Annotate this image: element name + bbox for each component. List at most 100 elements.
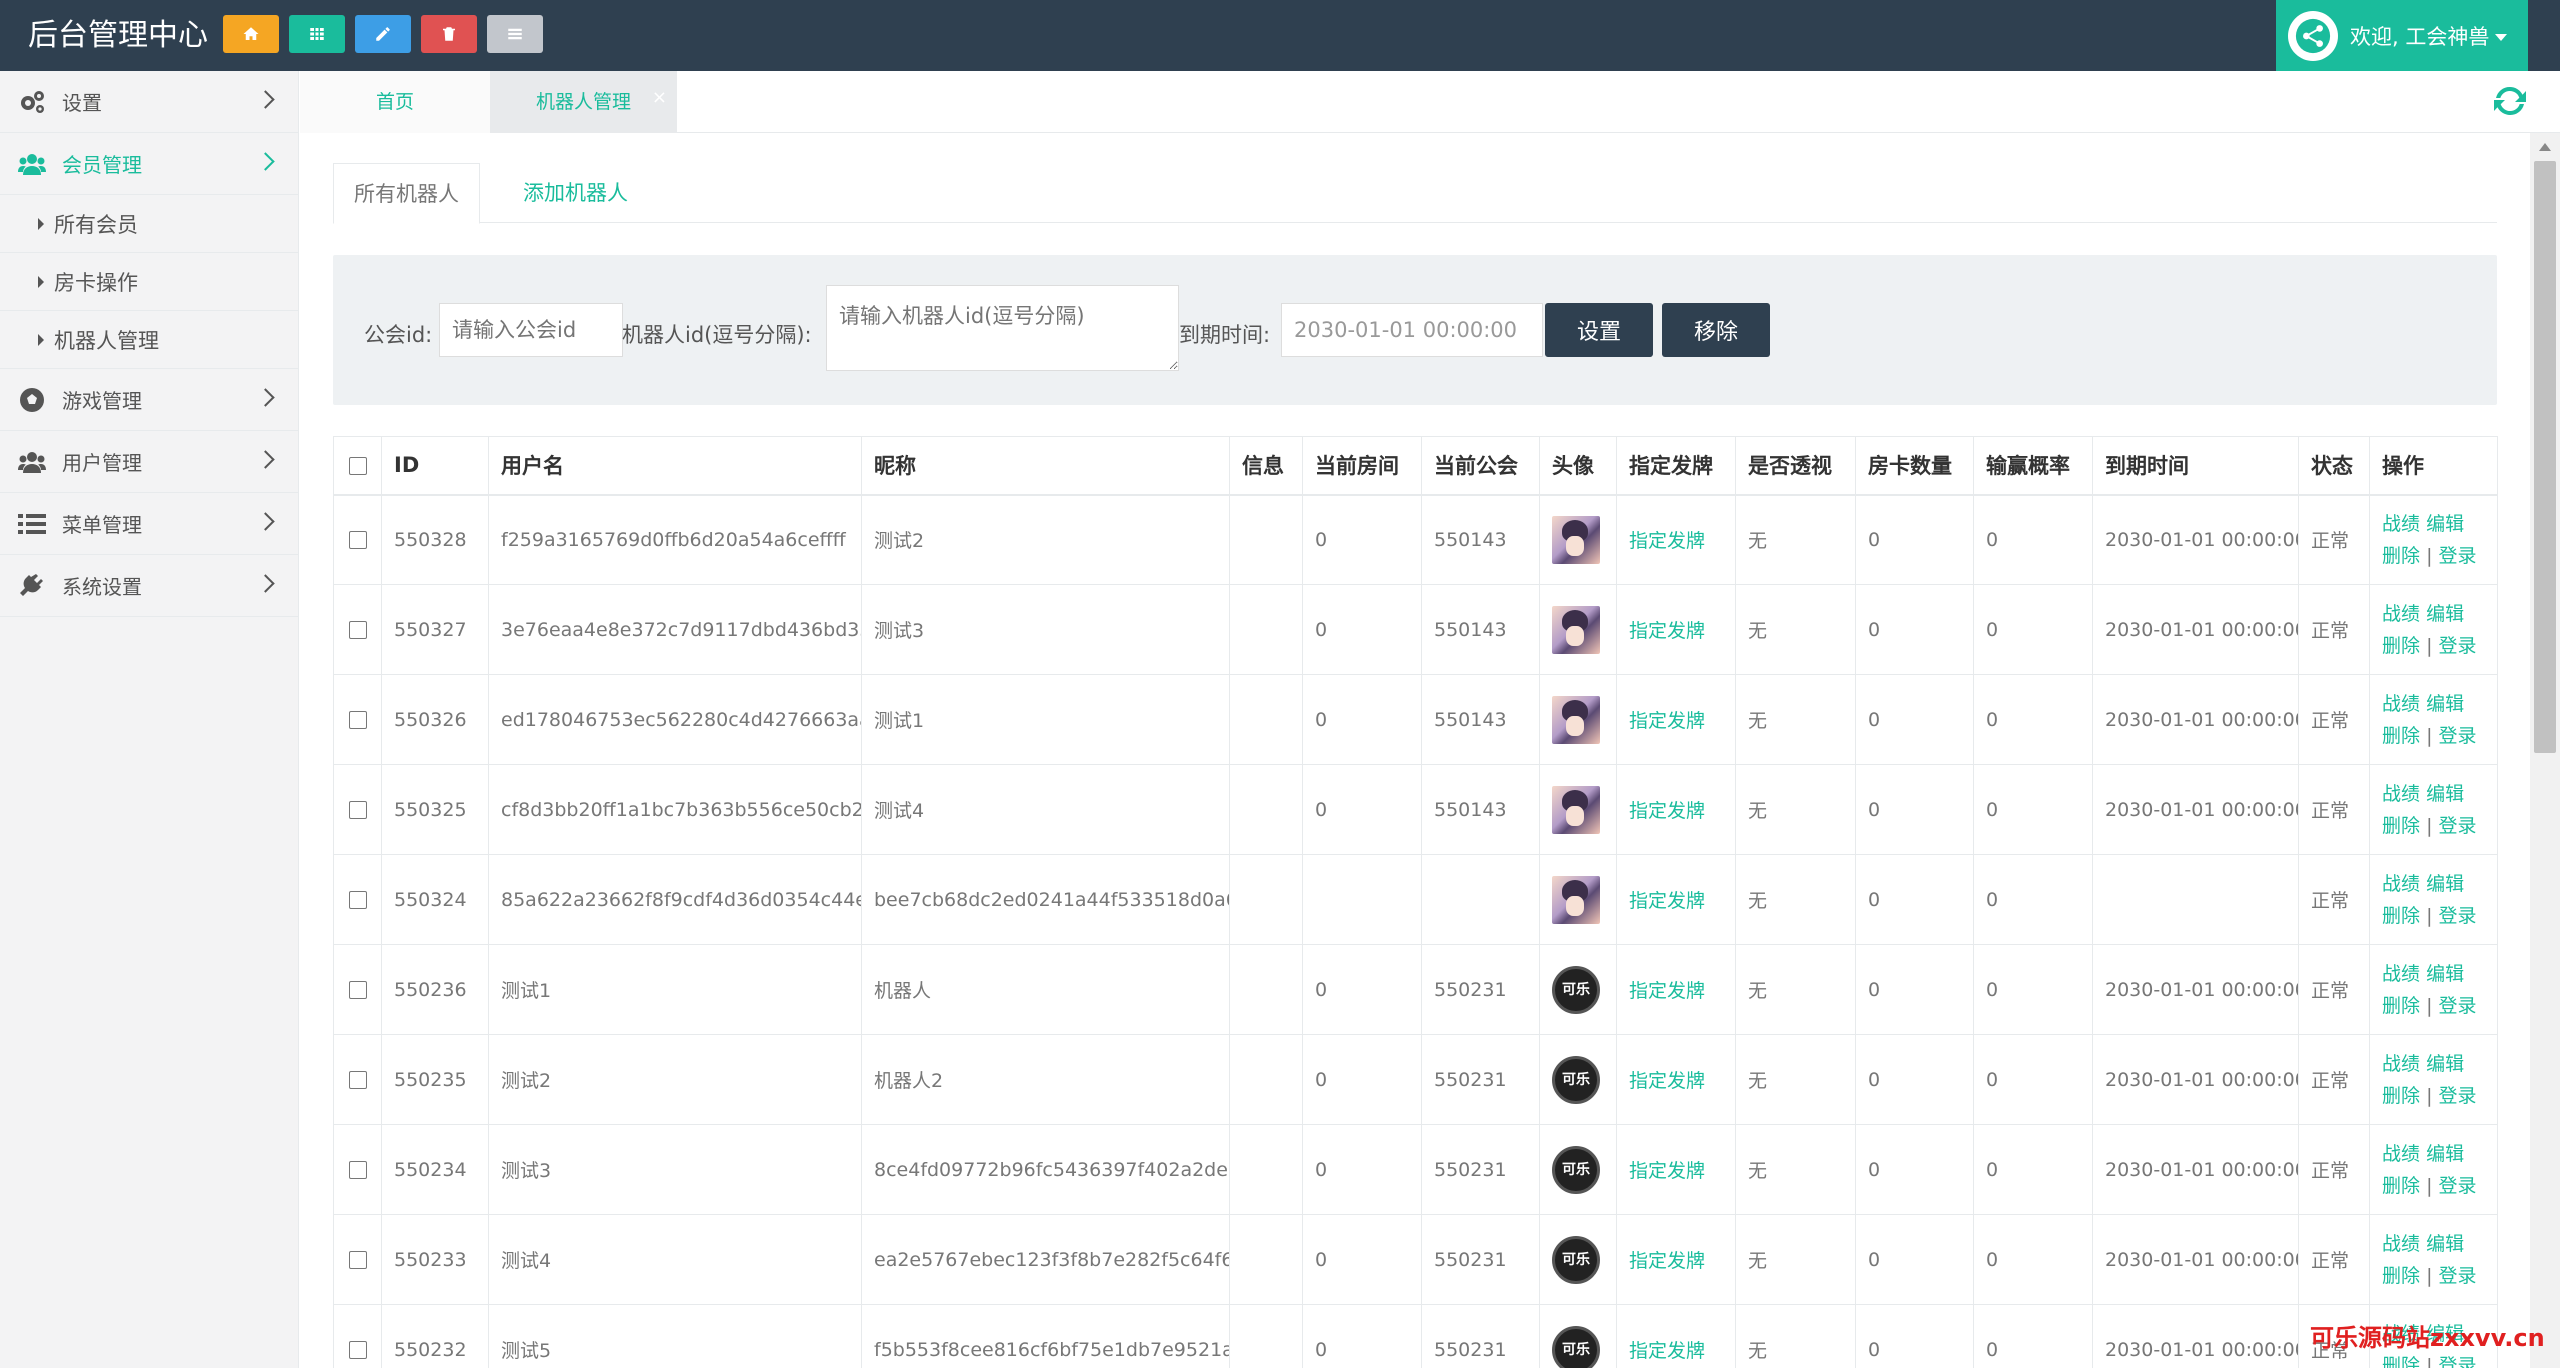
- edit-link[interactable]: 编辑: [2426, 783, 2464, 805]
- list-button[interactable]: [487, 15, 543, 53]
- page-tabs: 首页 机器人管理 ×: [300, 71, 2560, 133]
- set-button[interactable]: 设置: [1545, 303, 1653, 357]
- grid-button[interactable]: [289, 15, 345, 53]
- sidebar-item-users[interactable]: 用户管理: [0, 431, 298, 493]
- row-checkbox[interactable]: [348, 891, 367, 909]
- login-link[interactable]: 登录: [2439, 545, 2477, 567]
- sidebar-subitem-room-card[interactable]: 房卡操作: [0, 253, 298, 311]
- sidebar-item-menus[interactable]: 菜单管理: [0, 493, 298, 555]
- record-link[interactable]: 战绩: [2382, 1233, 2420, 1255]
- tab-robot-management[interactable]: 机器人管理 ×: [490, 71, 677, 133]
- record-link[interactable]: 战绩: [2382, 1143, 2420, 1165]
- record-link[interactable]: 战绩: [2382, 873, 2420, 895]
- row-checkbox[interactable]: [348, 1251, 367, 1269]
- home-button[interactable]: [223, 15, 279, 53]
- edit-link[interactable]: 编辑: [2426, 1053, 2464, 1075]
- login-link[interactable]: 登录: [2439, 1175, 2477, 1197]
- delete-link[interactable]: 删除: [2382, 1085, 2420, 1107]
- trash-button[interactable]: [421, 15, 477, 53]
- edit-link[interactable]: 编辑: [2426, 693, 2464, 715]
- edit-link[interactable]: 编辑: [2426, 1233, 2464, 1255]
- login-link[interactable]: 登录: [2439, 1085, 2477, 1107]
- edit-link[interactable]: 编辑: [2426, 1143, 2464, 1165]
- record-link[interactable]: 战绩: [2382, 1053, 2420, 1075]
- row-select[interactable]: [333, 584, 382, 675]
- row-select[interactable]: [333, 854, 382, 945]
- delete-link[interactable]: 删除: [2382, 725, 2420, 747]
- guild-id-input[interactable]: [439, 303, 623, 357]
- robot-id-textarea[interactable]: [826, 285, 1179, 371]
- record-link[interactable]: 战绩: [2382, 783, 2420, 805]
- login-link[interactable]: 登录: [2439, 1355, 2477, 1368]
- login-link[interactable]: 登录: [2439, 905, 2477, 927]
- row-checkbox[interactable]: [348, 1071, 367, 1089]
- user-menu[interactable]: 欢迎, 工会神兽: [2276, 0, 2528, 71]
- expire-time-input[interactable]: [1281, 303, 1543, 357]
- assign-deal-link[interactable]: 指定发牌: [1629, 890, 1705, 912]
- assign-deal-link[interactable]: 指定发牌: [1629, 1250, 1705, 1272]
- tab-home[interactable]: 首页: [300, 71, 490, 133]
- login-link[interactable]: 登录: [2439, 635, 2477, 657]
- row-select[interactable]: [333, 1034, 382, 1125]
- login-link[interactable]: 登录: [2439, 995, 2477, 1017]
- record-link[interactable]: 战绩: [2382, 963, 2420, 985]
- sidebar-item-members[interactable]: 会员管理: [0, 133, 298, 195]
- row-checkbox[interactable]: [348, 621, 367, 639]
- sidebar-item-settings[interactable]: 设置: [0, 71, 298, 133]
- delete-link[interactable]: 删除: [2382, 815, 2420, 837]
- delete-link[interactable]: 删除: [2382, 1265, 2420, 1287]
- scroll-thumb[interactable]: [2534, 161, 2556, 753]
- vertical-scrollbar[interactable]: [2530, 133, 2560, 1368]
- header-select-all[interactable]: [333, 436, 382, 496]
- delete-link[interactable]: 删除: [2382, 995, 2420, 1017]
- record-link[interactable]: 战绩: [2382, 693, 2420, 715]
- assign-deal-link[interactable]: 指定发牌: [1629, 800, 1705, 822]
- sidebar-subitem-all-members[interactable]: 所有会员: [0, 195, 298, 253]
- row-select[interactable]: [333, 1214, 382, 1305]
- login-link[interactable]: 登录: [2439, 815, 2477, 837]
- delete-link[interactable]: 删除: [2382, 905, 2420, 927]
- tab-add-robot[interactable]: 添加机器人: [503, 163, 648, 223]
- row-select[interactable]: [333, 674, 382, 765]
- row-checkbox[interactable]: [348, 981, 367, 999]
- edit-link[interactable]: 编辑: [2426, 873, 2464, 895]
- row-select[interactable]: [333, 944, 382, 1035]
- row-checkbox[interactable]: [348, 531, 367, 550]
- assign-deal-link[interactable]: 指定发牌: [1629, 1340, 1705, 1362]
- assign-deal-link[interactable]: 指定发牌: [1629, 710, 1705, 732]
- row-checkbox[interactable]: [348, 801, 367, 819]
- record-link[interactable]: 战绩: [2382, 513, 2420, 535]
- scroll-up-arrow-icon[interactable]: [2539, 143, 2551, 151]
- row-select[interactable]: [333, 1124, 382, 1215]
- sidebar-item-system-settings[interactable]: 系统设置: [0, 555, 298, 617]
- assign-deal-link[interactable]: 指定发牌: [1629, 1160, 1705, 1182]
- sidebar-subitem-robot-management[interactable]: 机器人管理: [0, 311, 298, 369]
- sidebar-item-games[interactable]: 游戏管理: [0, 369, 298, 431]
- edit-link[interactable]: 编辑: [2426, 963, 2464, 985]
- record-link[interactable]: 战绩: [2382, 603, 2420, 625]
- row-select[interactable]: [333, 1304, 382, 1368]
- delete-link[interactable]: 删除: [2382, 1175, 2420, 1197]
- refresh-button[interactable]: [2490, 81, 2530, 121]
- remove-button[interactable]: 移除: [1662, 303, 1770, 357]
- assign-deal-link[interactable]: 指定发牌: [1629, 530, 1705, 552]
- login-link[interactable]: 登录: [2439, 725, 2477, 747]
- edit-link[interactable]: 编辑: [2426, 513, 2464, 535]
- login-link[interactable]: 登录: [2439, 1265, 2477, 1287]
- row-select[interactable]: [333, 764, 382, 855]
- row-select[interactable]: [333, 494, 382, 585]
- tab-all-robots[interactable]: 所有机器人: [333, 163, 480, 224]
- select-all-checkbox[interactable]: [348, 457, 367, 476]
- edit-link[interactable]: 编辑: [2426, 603, 2464, 625]
- row-checkbox[interactable]: [348, 1341, 367, 1359]
- assign-deal-link[interactable]: 指定发牌: [1629, 620, 1705, 642]
- row-checkbox[interactable]: [348, 711, 367, 729]
- delete-link[interactable]: 删除: [2382, 1355, 2420, 1368]
- assign-deal-link[interactable]: 指定发牌: [1629, 1070, 1705, 1092]
- close-icon[interactable]: ×: [652, 67, 667, 129]
- assign-deal-link[interactable]: 指定发牌: [1629, 980, 1705, 1002]
- delete-link[interactable]: 删除: [2382, 545, 2420, 567]
- edit-button[interactable]: [355, 15, 411, 53]
- delete-link[interactable]: 删除: [2382, 635, 2420, 657]
- row-checkbox[interactable]: [348, 1161, 367, 1179]
